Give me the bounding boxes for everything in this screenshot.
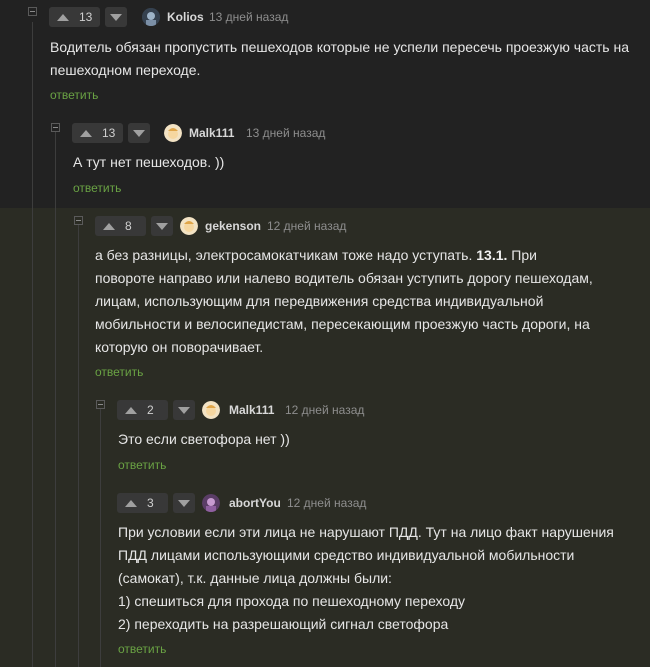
timestamp[interactable]: 13 дней назад <box>246 126 325 140</box>
collapse-thread-button[interactable] <box>28 7 37 16</box>
comment-line: ПДД лицами использующими средство индиви… <box>118 547 575 563</box>
upvote-button[interactable]: 13 <box>72 123 123 143</box>
comment-line: 1) спешиться для прохода по пешеходному … <box>118 593 466 609</box>
timestamp[interactable]: 12 дней назад <box>267 219 346 233</box>
rating-widget: 13 <box>49 7 127 27</box>
comment-text: При условии если эти лица не нарушают ПД… <box>118 521 618 636</box>
username[interactable]: Kolios <box>167 10 204 24</box>
arrow-down-icon <box>156 222 168 230</box>
comment-line: При условии если эти лица не нарушают ПД… <box>118 524 614 540</box>
downvote-button[interactable] <box>128 123 150 143</box>
timestamp[interactable]: 13 дней назад <box>209 10 288 24</box>
rating-widget: 13 <box>72 123 150 143</box>
reply-link[interactable]: ответить <box>50 88 98 102</box>
rating-count: 13 <box>79 10 93 24</box>
user-avatar-icon <box>180 217 198 235</box>
comment-text: Водитель обязан пропустить пешеходов кот… <box>50 39 629 78</box>
avatar[interactable] <box>142 8 160 26</box>
arrow-up-icon <box>125 406 137 414</box>
arrow-down-icon <box>133 129 145 137</box>
comment-text: А тут нет пешеходов. )) <box>73 154 225 170</box>
user-avatar-icon <box>164 124 182 142</box>
thread-line <box>100 409 101 667</box>
timestamp[interactable]: 12 дней назад <box>287 496 366 510</box>
rating-count: 13 <box>102 126 116 140</box>
upvote-button[interactable]: 3 <box>117 493 168 513</box>
avatar[interactable] <box>202 401 220 419</box>
rule-number: 13.1. <box>476 247 508 263</box>
reply-link[interactable]: ответить <box>118 642 166 656</box>
rating-widget: 3 <box>117 493 195 513</box>
rating-count: 2 <box>147 403 154 417</box>
reply-link[interactable]: ответить <box>73 181 121 195</box>
comment-text: а без разницы, электросамокатчикам тоже … <box>95 244 600 359</box>
thread-line <box>55 132 56 667</box>
reply-link[interactable]: ответить <box>95 365 143 379</box>
arrow-down-icon <box>178 406 190 414</box>
timestamp[interactable]: 12 дней назад <box>285 403 364 417</box>
comment-line: 2) переходить на разрешающий сигнал свет… <box>118 616 449 632</box>
upvote-button[interactable]: 2 <box>117 400 168 420</box>
arrow-down-icon <box>178 499 190 507</box>
arrow-up-icon <box>103 222 115 230</box>
comment-text-part: При повороте направо или налево водитель… <box>95 247 593 355</box>
avatar[interactable] <box>202 494 220 512</box>
avatar[interactable] <box>164 124 182 142</box>
downvote-button[interactable] <box>151 216 173 236</box>
rating-widget: 2 <box>117 400 195 420</box>
thread-line <box>32 22 33 667</box>
comment-text-part: а без разницы, электросамокатчикам тоже … <box>95 247 477 263</box>
rating-widget: 8 <box>95 216 173 236</box>
avatar[interactable] <box>180 217 198 235</box>
rating-count: 8 <box>125 219 132 233</box>
upvote-button[interactable]: 13 <box>49 7 100 27</box>
collapse-thread-button[interactable] <box>96 400 105 409</box>
rating-count: 3 <box>147 496 154 510</box>
arrow-up-icon <box>80 129 92 137</box>
arrow-up-icon <box>125 499 137 507</box>
username[interactable]: gekenson <box>205 219 261 233</box>
user-avatar-icon <box>142 8 160 26</box>
reply-link[interactable]: ответить <box>118 458 166 472</box>
downvote-button[interactable] <box>105 7 127 27</box>
comment-text: Это если светофора нет )) <box>118 431 290 447</box>
user-avatar-icon <box>202 401 220 419</box>
arrow-down-icon <box>110 13 122 21</box>
user-avatar-icon <box>202 494 220 512</box>
username[interactable]: Malk111 <box>189 126 234 140</box>
upvote-button[interactable]: 8 <box>95 216 146 236</box>
downvote-button[interactable] <box>173 400 195 420</box>
downvote-button[interactable] <box>173 493 195 513</box>
username[interactable]: Malk111 <box>229 403 274 417</box>
comment-line: (самокат), т.к. данные лица должны были: <box>118 570 392 586</box>
arrow-up-icon <box>57 13 69 21</box>
thread-line <box>78 225 79 667</box>
collapse-thread-button[interactable] <box>74 216 83 225</box>
username[interactable]: abortYou <box>229 496 281 510</box>
collapse-thread-button[interactable] <box>51 123 60 132</box>
